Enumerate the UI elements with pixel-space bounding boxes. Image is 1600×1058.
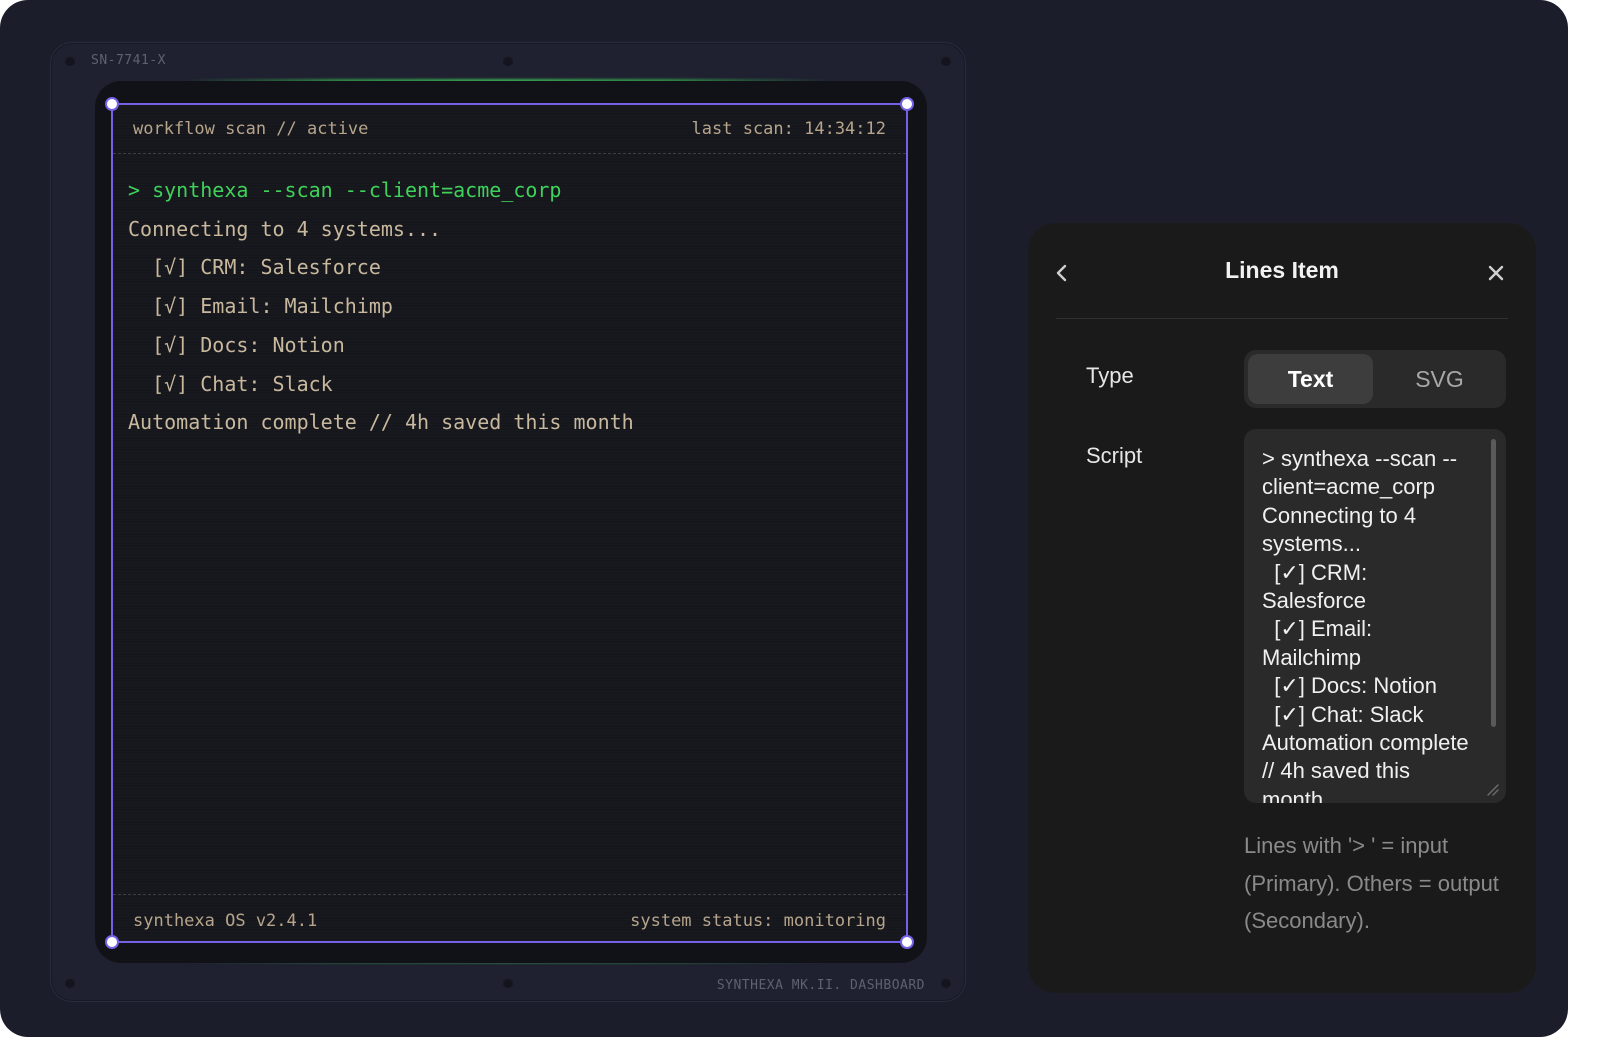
resize-handle-bottom-right[interactable] xyxy=(900,935,914,949)
device-frame: SN-7741-X SYNTHEXA MK.II. DASHBOARD work… xyxy=(50,42,966,1002)
terminal-output-line: Connecting to 4 systems... xyxy=(128,216,442,241)
script-scrollbar[interactable] xyxy=(1491,439,1496,727)
screw-icon xyxy=(503,978,513,988)
terminal-divider-bottom xyxy=(113,894,906,895)
properties-panel: Lines Item Type Text SVG Script > synthe… xyxy=(1028,223,1536,993)
terminal-footer: synthexa OS v2.4.1 system status: monito… xyxy=(133,911,886,937)
terminal-output-line: [√] Docs: Notion xyxy=(128,332,345,357)
terminal-output: > synthexa --scan --client=acme_corp Conn… xyxy=(128,171,891,442)
type-option-text[interactable]: Text xyxy=(1248,354,1373,404)
terminal-divider-top xyxy=(113,153,906,154)
terminal-output-line: [√] CRM: Salesforce xyxy=(128,255,381,280)
screw-icon xyxy=(503,56,513,66)
screw-icon xyxy=(65,978,75,988)
terminal-os-version: synthexa OS v2.4.1 xyxy=(133,911,318,931)
device-brand-label: SYNTHEXA MK.II. DASHBOARD xyxy=(716,978,925,993)
resize-handle-top-right[interactable] xyxy=(900,97,914,111)
close-button[interactable] xyxy=(1482,259,1510,287)
terminal-status-title: workflow scan // active xyxy=(133,119,369,139)
panel-title: Lines Item xyxy=(1225,257,1339,283)
panel-divider xyxy=(1056,318,1508,319)
script-textarea-content: > synthexa --scan --client=acme_corp Con… xyxy=(1262,446,1469,803)
type-segmented-control: Text SVG xyxy=(1244,350,1506,408)
terminal-header: workflow scan // active last scan: 14:34… xyxy=(133,119,886,145)
script-textarea[interactable]: > synthexa --scan --client=acme_corp Con… xyxy=(1244,429,1506,803)
terminal-output-line: [√] Chat: Slack xyxy=(128,371,333,396)
script-hint: Lines with '> ' = input (Primary). Other… xyxy=(1244,833,1499,933)
terminal-system-status: system status: monitoring xyxy=(630,911,886,931)
terminal-last-scan: last scan: 14:34:12 xyxy=(691,119,886,139)
close-icon xyxy=(1488,265,1504,281)
serial-number: SN-7741-X xyxy=(91,53,166,68)
type-option-svg[interactable]: SVG xyxy=(1377,354,1502,404)
terminal-output-line: [√] Email: Mailchimp xyxy=(128,294,393,319)
screw-icon xyxy=(65,56,75,66)
screw-icon xyxy=(941,56,951,66)
resize-handle-top-left[interactable] xyxy=(105,97,119,111)
terminal-screen[interactable]: workflow scan // active last scan: 14:34… xyxy=(105,97,914,949)
terminal-input-line: > synthexa --scan --client=acme_corp xyxy=(128,178,562,202)
terminal-output-line: Automation complete // 4h saved this mon… xyxy=(128,410,634,435)
resize-handle-bottom-left[interactable] xyxy=(105,935,119,949)
script-label: Script xyxy=(1086,443,1143,468)
type-label: Type xyxy=(1086,363,1134,388)
resize-grip-icon[interactable] xyxy=(1486,783,1500,797)
app-canvas: SN-7741-X SYNTHEXA MK.II. DASHBOARD work… xyxy=(0,0,1568,1037)
screw-icon xyxy=(941,978,951,988)
panel-header: Lines Item xyxy=(1028,223,1536,319)
